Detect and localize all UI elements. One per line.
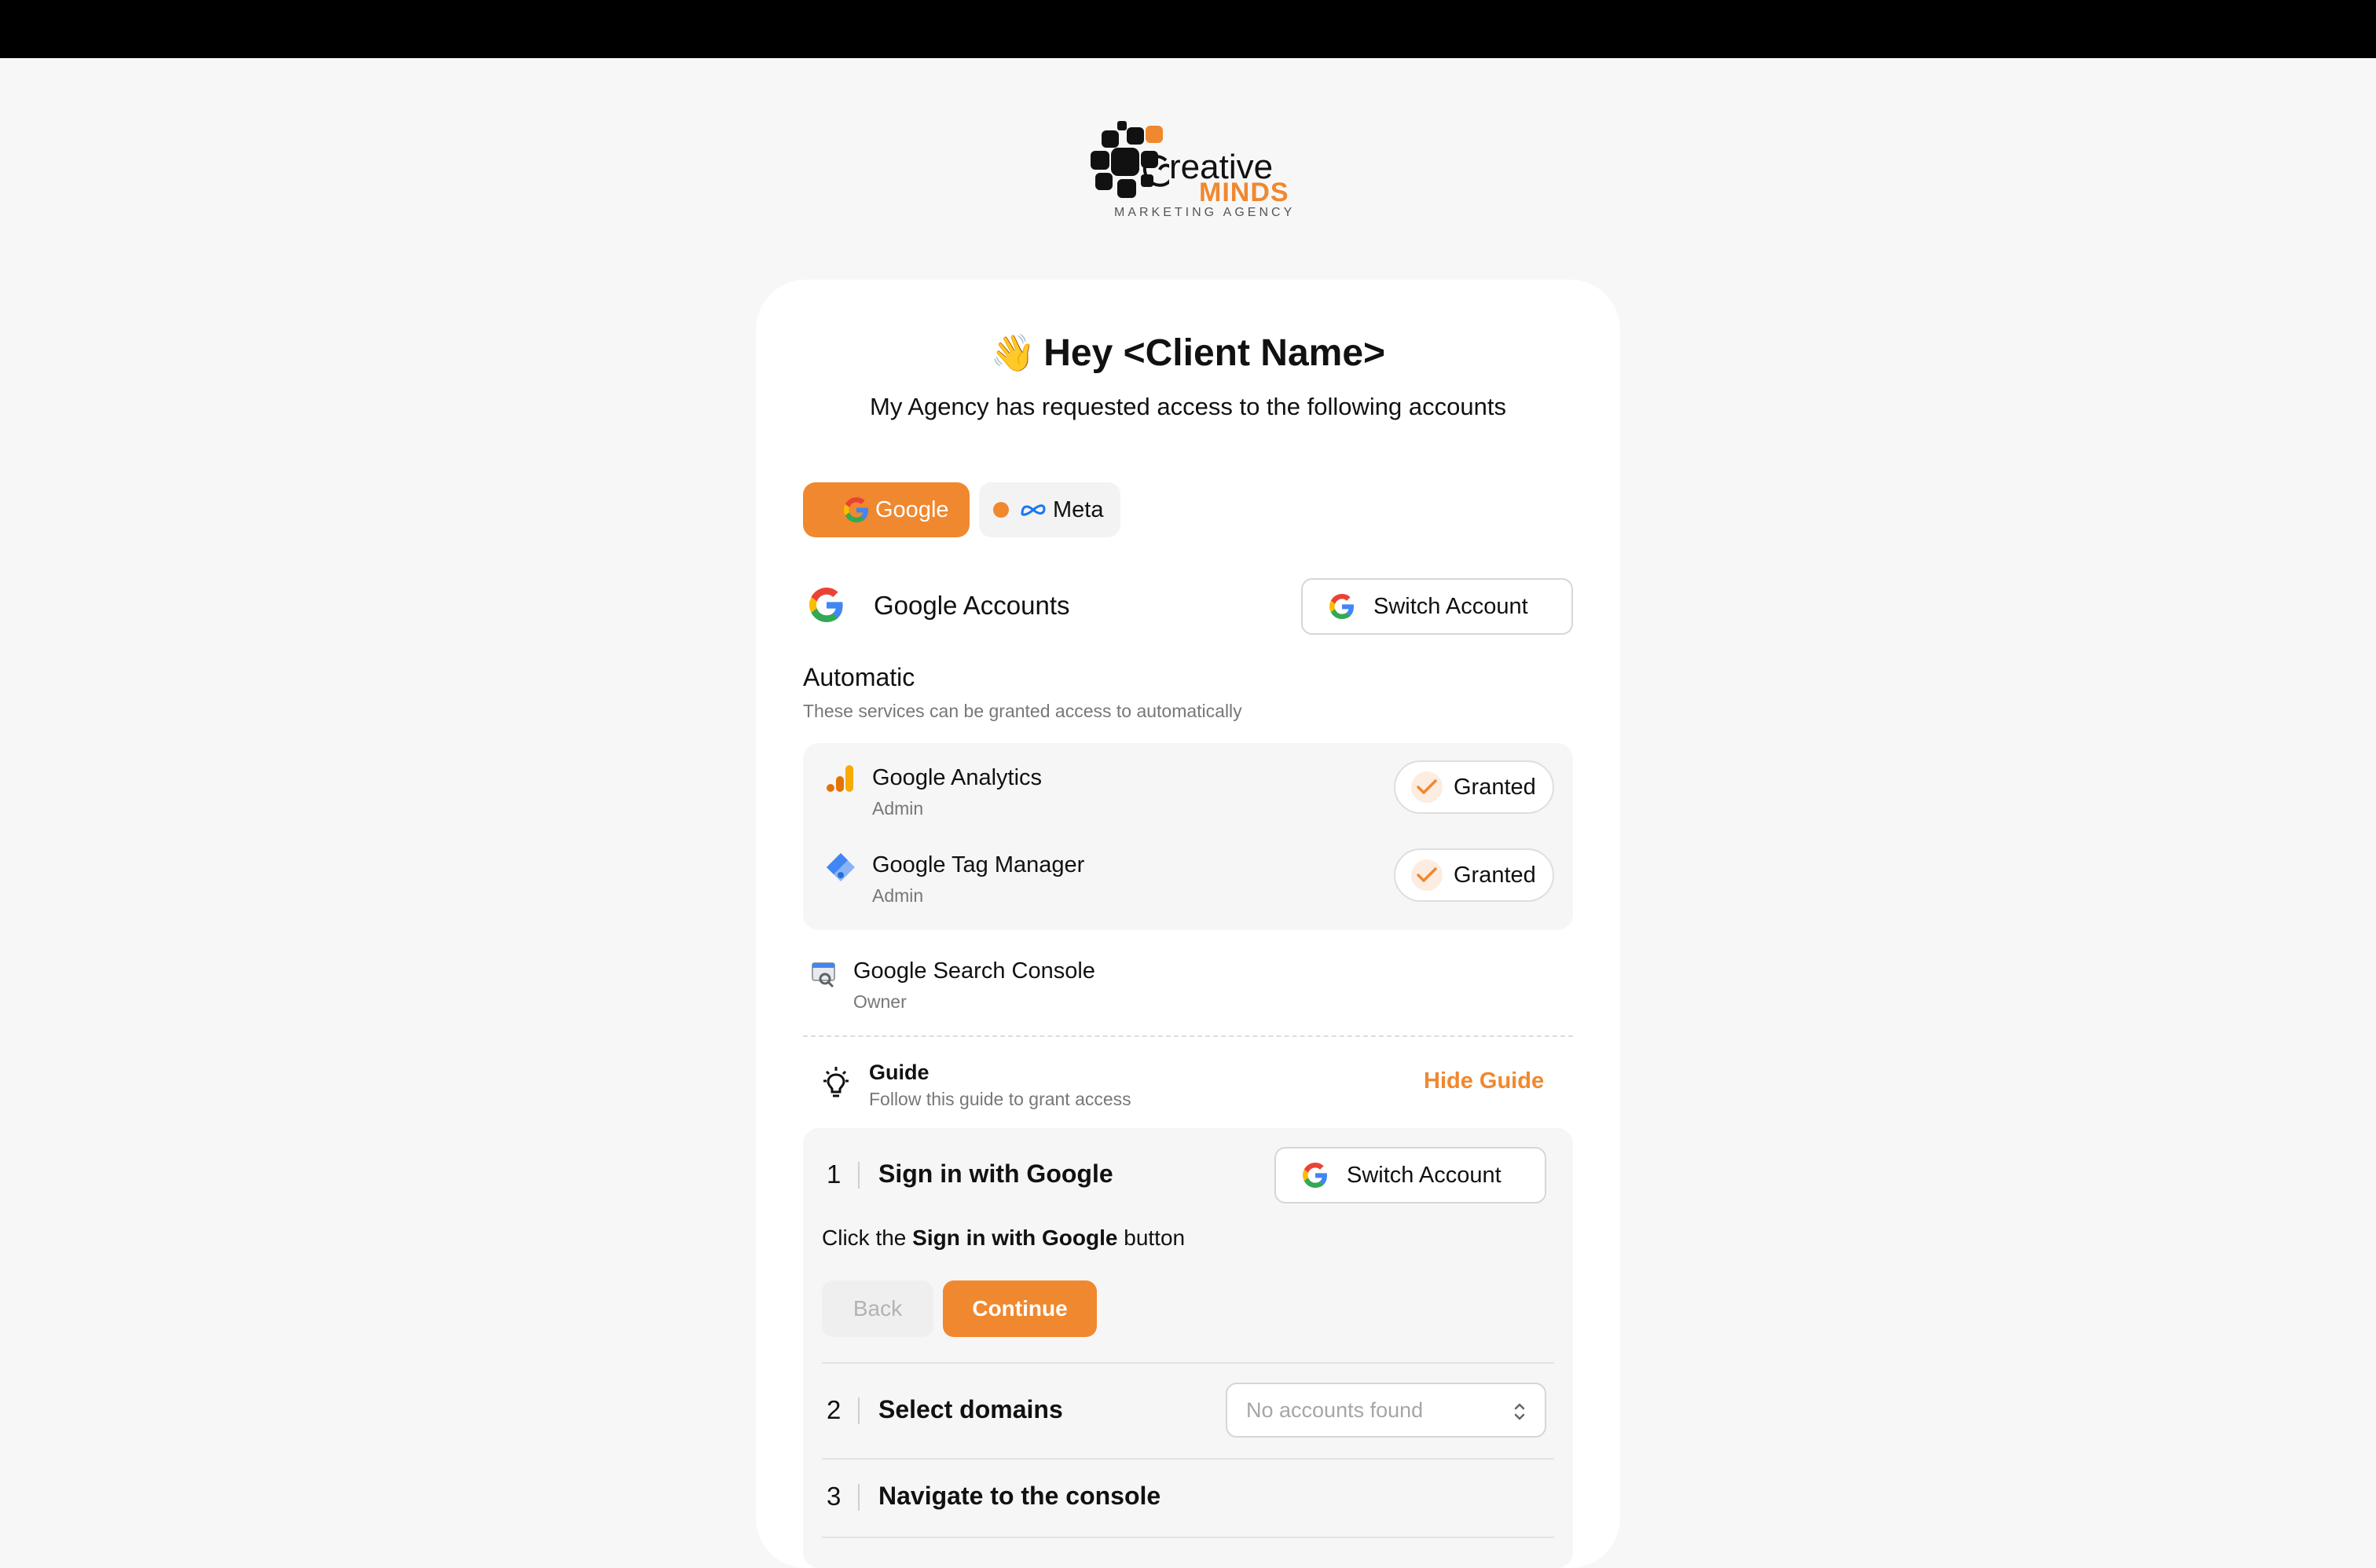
instruction-bold: Sign in with Google: [912, 1225, 1118, 1250]
step-divider: [822, 1362, 1554, 1364]
google-g-icon: [1303, 1163, 1327, 1188]
step-number: 3: [827, 1482, 842, 1511]
service-role-google-analytics: Admin: [872, 798, 924, 819]
greeting-title: 👋 Hey <Client Name>: [0, 332, 2376, 375]
step-title-sign-in: Sign in with Google: [878, 1160, 1113, 1188]
hide-guide-link[interactable]: Hide Guide: [1424, 1068, 1544, 1094]
top-bar: [0, 0, 2376, 58]
tab-google-label: Google: [875, 496, 949, 522]
chevron-up-down-icon: [1514, 1403, 1525, 1420]
service-name-google-search-console: Google Search Console: [853, 958, 1095, 984]
switch-account-button[interactable]: Switch Account: [1301, 578, 1573, 635]
service-role-google-tag-manager: Admin: [872, 885, 924, 906]
instruction-suffix: button: [1117, 1225, 1186, 1250]
meta-logo-icon: [1021, 504, 1046, 516]
service-name-google-analytics: Google Analytics: [872, 765, 1043, 790]
greeting-subtitle: My Agency has requested access to the fo…: [870, 393, 1506, 420]
check-icon: [1411, 771, 1443, 803]
back-button[interactable]: Back: [822, 1280, 933, 1337]
automatic-section-title: Automatic: [803, 663, 915, 691]
logo-text-minds: MINDS: [1199, 178, 1289, 207]
step-number: 1: [827, 1160, 842, 1189]
step-title-navigate-console: Navigate to the console: [878, 1482, 1161, 1510]
granted-label: Granted: [1454, 774, 1536, 800]
guide-subtitle: Follow this guide to grant access: [869, 1089, 1131, 1109]
instruction-prefix: Click the: [822, 1225, 913, 1250]
tab-meta[interactable]: Meta: [979, 482, 1120, 537]
granted-badge: Granted: [1394, 848, 1554, 902]
step-divider: [822, 1537, 1554, 1538]
google-g-icon: [844, 497, 868, 522]
google-search-console-icon: [809, 960, 838, 992]
step-separator: [858, 1162, 860, 1189]
switch-account-label: Switch Account: [1347, 1162, 1502, 1188]
waving-hand-icon: 👋: [990, 332, 1036, 373]
check-icon: [1411, 859, 1443, 891]
service-name-google-tag-manager: Google Tag Manager: [872, 852, 1085, 877]
granted-badge: Granted: [1394, 760, 1554, 814]
switch-account-label: Switch Account: [1373, 593, 1528, 619]
step-separator: [858, 1484, 860, 1511]
granted-label: Granted: [1454, 862, 1536, 888]
lightbulb-icon: [820, 1065, 852, 1104]
google-g-icon: [1329, 594, 1354, 619]
tab-meta-label: Meta: [1053, 496, 1104, 522]
guide-title: Guide: [869, 1061, 930, 1084]
greeting-text: Hey <Client Name>: [1043, 332, 1386, 374]
step-instruction: Click the Sign in with Google button: [822, 1225, 1185, 1251]
logo-text-tagline: MARKETING AGENCY: [1114, 206, 1296, 219]
google-accounts-title: Google Accounts: [874, 591, 1070, 620]
automatic-section-subtitle: These services can be granted access to …: [803, 701, 1242, 721]
tab-google[interactable]: Google: [803, 482, 970, 537]
domains-select-placeholder: No accounts found: [1246, 1398, 1424, 1422]
switch-account-button[interactable]: Switch Account: [1274, 1147, 1546, 1203]
section-divider: [803, 1035, 1573, 1037]
domains-select[interactable]: No accounts found: [1226, 1383, 1546, 1438]
google-analytics-icon: [827, 764, 855, 797]
pending-dot-icon: [993, 502, 1009, 518]
google-g-icon: [809, 588, 844, 626]
step-number: 2: [827, 1395, 842, 1424]
service-role-google-search-console: Owner: [853, 991, 907, 1012]
agency-logo: reative MINDS MARKETING AGENCY: [1091, 116, 1303, 222]
step-separator: [858, 1398, 860, 1424]
google-tag-manager-icon: [825, 852, 856, 887]
step-divider: [822, 1458, 1554, 1460]
continue-button[interactable]: Continue: [943, 1280, 1097, 1337]
logo-mark-icon: [1091, 121, 1169, 198]
step-title-select-domains: Select domains: [878, 1395, 1063, 1423]
